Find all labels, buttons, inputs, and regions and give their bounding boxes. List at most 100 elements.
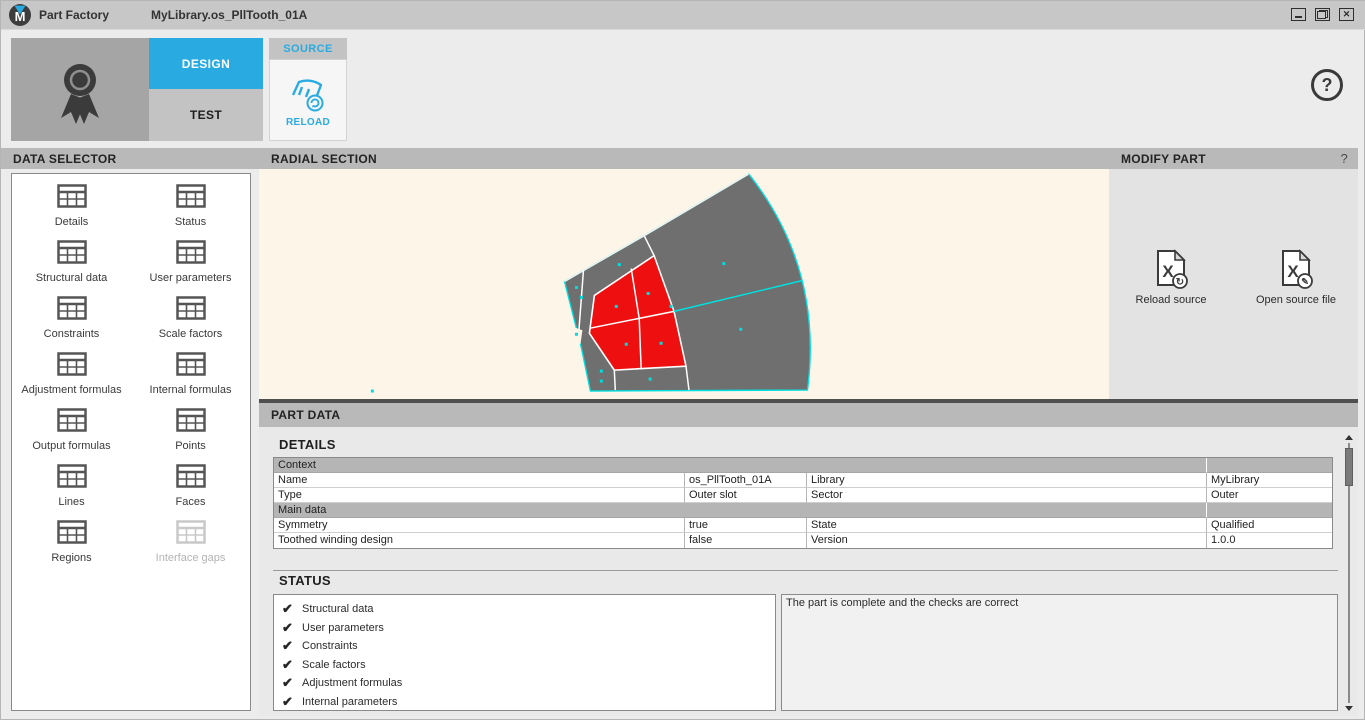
table-icon [57,184,87,213]
data-selector-item-internal-formulas[interactable]: Internal formulas [131,352,250,408]
status-check-label: Adjustment formulas [302,677,402,689]
details-cell: Toothed winding design [274,533,685,548]
modify-part-help-icon[interactable]: ? [1340,151,1348,166]
details-cell: false [685,533,807,548]
status-checklist: ✔ Structural data ✔ User parameters ✔ Co… [273,594,776,711]
status-check-item: ✔ Adjustment formulas [282,674,775,693]
radial-section-drawing [259,169,1109,399]
details-data-row: Nameos_PllTooth_01ALibraryMyLibrary [274,473,1332,488]
details-cell: Version [807,533,1207,548]
data-selector-item-lines[interactable]: Lines [12,464,131,520]
table-icon [57,352,87,381]
svg-text:X: X [1287,262,1299,281]
status-check-item: ✔ Internal parameters [282,693,775,712]
data-selector-item-scale-factors[interactable]: Scale factors [131,296,250,352]
data-selector-item-constraints[interactable]: Constraints [12,296,131,352]
radial-section-canvas[interactable] [259,169,1109,399]
data-selector-item-adjustment-formulas[interactable]: Adjustment formulas [12,352,131,408]
title-bar: M Part Factory MyLibrary.os_PllTooth_01A… [1,1,1365,30]
table-icon [176,352,206,381]
data-selector-item-output-formulas[interactable]: Output formulas [12,408,131,464]
details-section-label: Main data [274,503,1207,518]
data-selector-item-label: Points [175,440,206,452]
svg-text:M: M [15,9,26,24]
data-selector-item-structural-data[interactable]: Structural data [12,240,131,296]
restore-button[interactable] [1315,8,1330,21]
details-cell: 1.0.0 [1207,533,1332,548]
details-cell: Outer [1207,488,1332,503]
app-logo-icon: M [9,4,31,26]
help-button[interactable]: ? [1311,69,1343,101]
tab-design[interactable]: DESIGN [149,38,263,89]
scrollbar-thumb[interactable] [1345,448,1353,486]
svg-text:X: X [1162,262,1174,281]
data-selector-item-interface-gaps: Interface gaps [131,520,250,576]
minimize-button[interactable] [1291,8,1306,21]
details-cell: Sector [807,488,1207,503]
status-check-label: Structural data [302,603,374,615]
details-cell: Outer slot [685,488,807,503]
scroll-up-icon[interactable] [1345,435,1353,440]
award-ribbon-icon [49,54,111,126]
table-icon [176,240,206,269]
table-icon [57,296,87,325]
modify-part-header: MODIFY PART ? [1109,148,1358,169]
radial-section-header: RADIAL SECTION [259,148,1109,169]
data-selector-item-label: Structural data [36,272,108,284]
data-selector-item-label: Regions [51,552,91,564]
part-data-panel: DETAILS ContextNameos_PllTooth_01ALibrar… [259,427,1358,716]
details-section-cell-empty [1207,458,1332,473]
checkmark-icon: ✔ [282,694,302,710]
data-selector-item-user-parameters[interactable]: User parameters [131,240,250,296]
qualified-part-badge [11,38,149,141]
close-button[interactable]: ✕ [1339,8,1354,21]
data-selector-item-details[interactable]: Details [12,184,131,240]
checkmark-icon: ✔ [282,638,302,654]
table-icon [57,520,87,549]
scroll-down-icon[interactable] [1345,706,1353,711]
details-heading: DETAILS [279,437,336,452]
table-icon [57,240,87,269]
details-cell: os_PllTooth_01A [685,473,807,488]
data-selector-item-label: Faces [176,496,206,508]
table-icon [176,296,206,325]
table-icon [176,464,206,493]
data-selector-item-label: Output formulas [32,440,110,452]
details-cell: Symmetry [274,518,685,533]
data-selector-item-regions[interactable]: Regions [12,520,131,576]
details-table: ContextNameos_PllTooth_01ALibraryMyLibra… [273,457,1333,549]
data-selector-item-label: Status [175,216,206,228]
data-selector-item-label: Adjustment formulas [21,384,121,396]
reload-source-file-icon: X ↻ [1153,249,1189,289]
data-selector-item-label: User parameters [150,272,232,284]
open-source-file-button[interactable]: X ✎ Open source file [1236,249,1356,306]
reload-button[interactable]: RELOAD [269,59,347,141]
modify-part-header-label: MODIFY PART [1121,152,1206,166]
tab-test[interactable]: TEST [149,89,263,141]
reload-source-button[interactable]: X ↻ Reload source [1111,249,1231,306]
status-check-item: ✔ Scale factors [282,656,775,675]
status-check-item: ✔ Constraints [282,637,775,656]
data-selector-item-label: Constraints [44,328,100,340]
data-selector-item-status[interactable]: Status [131,184,250,240]
table-icon [176,408,206,437]
part-data-scrollbar[interactable] [1343,435,1354,711]
table-icon [176,184,206,213]
svg-text:↻: ↻ [1176,277,1184,288]
data-selector-item-label: Scale factors [159,328,223,340]
details-section-cell-empty [1207,503,1332,518]
minimize-icon [1295,16,1302,18]
restore-icon [1317,10,1328,19]
status-check-item: ✔ Structural data [282,600,775,619]
checkmark-icon: ✔ [282,620,302,636]
data-selector-item-label: Lines [58,496,84,508]
status-check-item: ✔ User parameters [282,619,775,638]
svg-text:✎: ✎ [1301,277,1309,287]
help-icon: ? [1322,75,1333,96]
data-selector-item-label: Details [55,216,89,228]
data-selector-item-points[interactable]: Points [131,408,250,464]
source-group-header: SOURCE [269,38,347,59]
data-selector-item-faces[interactable]: Faces [131,464,250,520]
details-section-row: Context [274,458,1332,473]
document-title: MyLibrary.os_PllTooth_01A [151,8,307,22]
